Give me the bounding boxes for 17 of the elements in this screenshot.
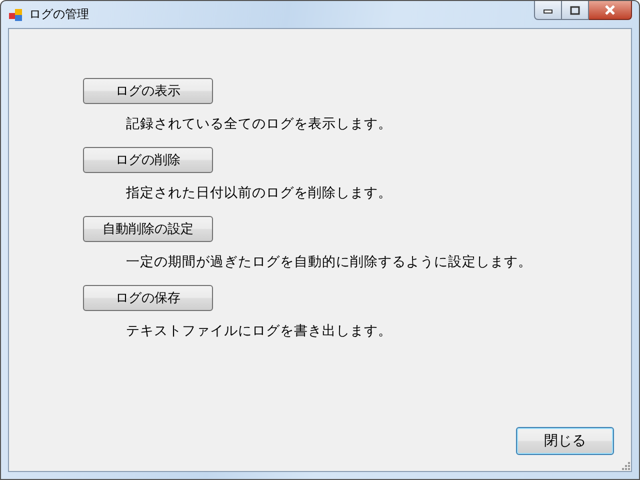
maximize-icon <box>570 6 580 14</box>
action-button[interactable]: 自動削除の設定 <box>83 216 213 242</box>
action-button[interactable]: ログの保存 <box>83 285 213 311</box>
close-icon <box>604 5 616 15</box>
window-title: ログの管理 <box>29 6 89 23</box>
resize-grip-icon <box>621 461 630 470</box>
action-description: テキストファイルにログを書き出します。 <box>126 322 392 341</box>
action-button[interactable]: ログの表示 <box>83 78 213 104</box>
action-description: 記録されている全てのログを表示します。 <box>126 115 392 134</box>
minimize-button[interactable] <box>534 1 562 20</box>
close-button[interactable] <box>589 1 632 20</box>
action-button[interactable]: ログの削除 <box>83 147 213 173</box>
action-description: 一定の期間が過ぎたログを自動的に削除するように設定します。 <box>126 253 532 272</box>
close-dialog-button[interactable]: 閉じる <box>516 427 614 455</box>
action-description: 指定された日付以前のログを削除します。 <box>126 184 392 203</box>
app-icon <box>9 8 23 22</box>
maximize-button[interactable] <box>562 1 589 20</box>
